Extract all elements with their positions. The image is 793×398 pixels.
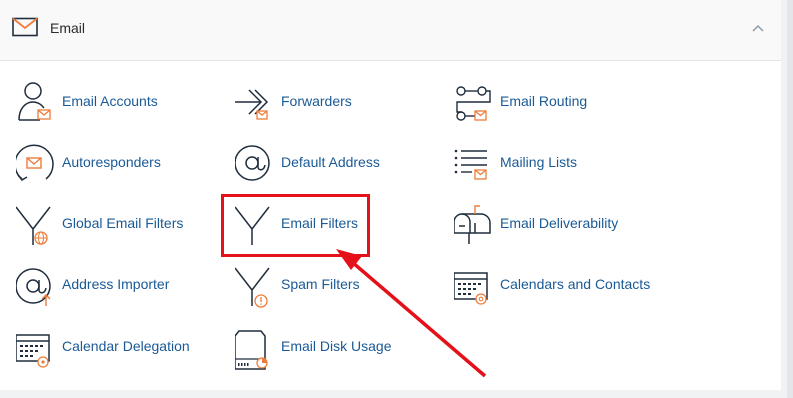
tool-email-routing[interactable]: Email Routing — [454, 78, 664, 128]
tool-spam-filters[interactable]: Spam Filters — [235, 261, 445, 311]
chevron-up-icon[interactable] — [751, 23, 765, 33]
tool-email-accounts[interactable]: Email Accounts — [16, 78, 226, 128]
section-title: Email — [50, 20, 86, 36]
tool-label: Calendar Delegation — [62, 338, 190, 354]
tool-label: Email Routing — [500, 93, 588, 109]
tool-calendar-delegation[interactable]: Calendar Delegation — [16, 323, 226, 373]
at-sign-icon — [235, 145, 270, 181]
tool-global-email-filters[interactable]: Global Email Filters — [16, 200, 226, 250]
section-header[interactable]: Email — [0, 0, 781, 61]
at-upload-icon — [16, 268, 51, 306]
disk-usage-icon — [235, 330, 268, 370]
tool-label: Forwarders — [281, 93, 352, 109]
funnel-warning-icon — [235, 267, 270, 308]
envelope-icon — [12, 17, 38, 37]
tool-default-address[interactable]: Default Address — [235, 139, 445, 189]
calendar-at-icon — [454, 272, 488, 305]
tool-mailing-lists[interactable]: Mailing Lists — [454, 139, 664, 189]
tool-label: Spam Filters — [281, 276, 360, 292]
tool-label: Email Accounts — [62, 93, 158, 109]
tool-email-disk-usage[interactable]: Email Disk Usage — [235, 323, 445, 373]
routing-icon — [456, 86, 491, 121]
email-section-panel: Email Email Accounts Forwarders Email Ro… — [0, 0, 781, 390]
tool-label: Email Disk Usage — [281, 338, 392, 354]
tool-label: Global Email Filters — [62, 215, 184, 231]
user-envelope-icon — [18, 82, 51, 121]
forward-arrow-icon — [235, 89, 269, 120]
tool-forwarders[interactable]: Forwarders — [235, 78, 445, 128]
tool-label: Address Importer — [62, 276, 170, 292]
scrollbar[interactable] — [787, 0, 793, 398]
tool-calendars-and-contacts[interactable]: Calendars and Contacts — [454, 261, 664, 311]
tool-label: Default Address — [281, 154, 380, 170]
list-envelope-icon — [454, 149, 487, 180]
mailbox-icon — [454, 205, 491, 244]
tool-address-importer[interactable]: Address Importer — [16, 261, 226, 311]
tool-email-deliverability[interactable]: Email Deliverability — [454, 200, 664, 250]
tool-label: Calendars and Contacts — [500, 276, 651, 292]
calendar-delegate-icon — [16, 334, 50, 368]
annotation-highlight-box — [221, 194, 370, 257]
autoresponder-icon — [16, 144, 54, 181]
tool-label: Email Deliverability — [500, 215, 619, 231]
funnel-globe-icon — [16, 206, 51, 245]
tool-autoresponders[interactable]: Autoresponders — [16, 139, 226, 189]
tool-label: Autoresponders — [62, 154, 161, 170]
tool-label: Mailing Lists — [500, 154, 578, 170]
